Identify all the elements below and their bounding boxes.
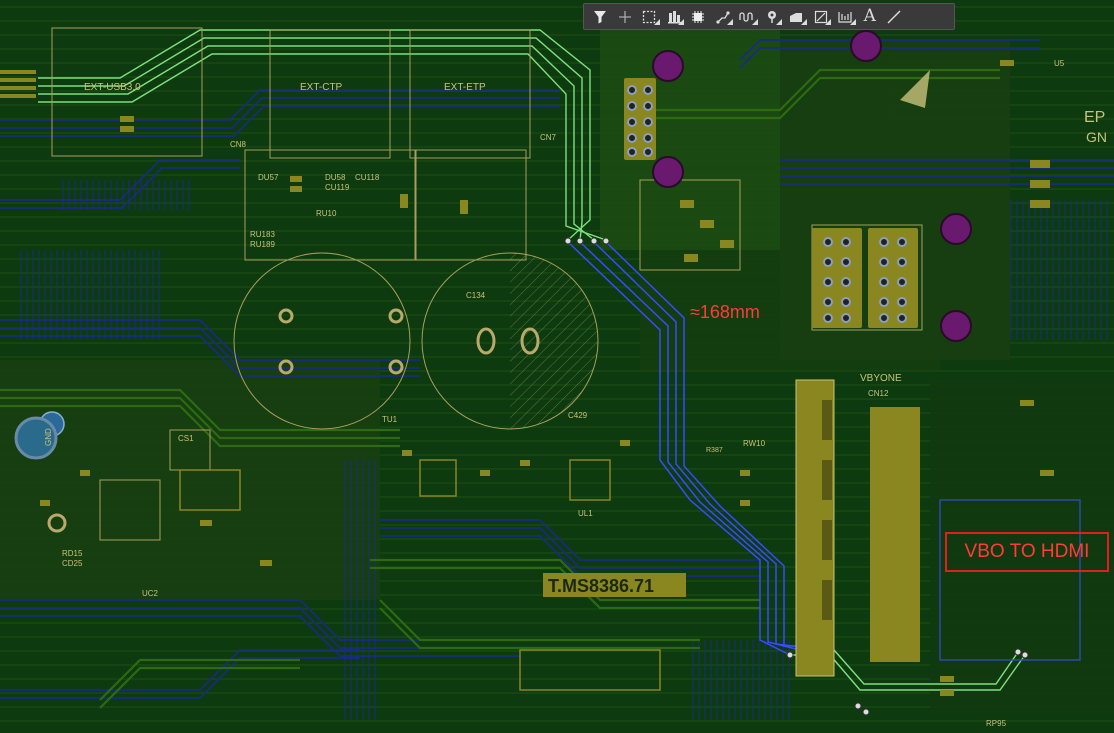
label-rp95: RP95 <box>986 719 1007 728</box>
label-vbyone: VBYONE <box>860 373 902 384</box>
label-cu119: CU119 <box>325 183 350 192</box>
pin-header-left <box>624 78 656 160</box>
line-button[interactable] <box>882 5 907 28</box>
label-du58: DU58 <box>325 173 346 182</box>
label-ext-ctp: EXT-CTP <box>300 82 343 93</box>
label-cn8: CN8 <box>230 140 247 149</box>
label-ru189: RU189 <box>250 240 275 249</box>
via-icon <box>767 10 776 23</box>
polygon-button[interactable] <box>784 5 809 28</box>
label-c134: C134 <box>466 291 486 300</box>
label-cd25: CD25 <box>62 559 83 568</box>
keepout-button[interactable] <box>833 5 858 28</box>
route-button[interactable] <box>711 5 736 28</box>
label-uc2: UC2 <box>142 589 159 598</box>
label-cn12: CN12 <box>868 389 889 398</box>
dimension-button[interactable] <box>809 5 834 28</box>
component-icon <box>692 10 705 23</box>
bus-texture <box>1010 200 1110 340</box>
keepout-icon <box>838 11 852 23</box>
bus-texture <box>340 460 380 720</box>
place-button[interactable] <box>613 5 638 28</box>
label-ext-usb: EXT-USB3.0 <box>84 82 141 93</box>
length-tuning-button[interactable] <box>735 5 760 28</box>
label-gn: GN <box>1086 129 1107 145</box>
label-ul1: UL1 <box>578 509 593 518</box>
dimension-icon <box>814 10 827 23</box>
diff-pair-length-icon <box>739 11 753 22</box>
text-icon: A <box>863 6 876 26</box>
filter-icon <box>594 10 607 23</box>
label-r387: R387 <box>706 447 723 454</box>
label-cs1: CS1 <box>178 434 194 443</box>
pcb-toolbar: A <box>583 3 955 30</box>
align-button[interactable] <box>662 5 687 28</box>
component-button[interactable] <box>686 5 711 28</box>
label-cn7: CN7 <box>540 133 557 142</box>
label-du57: DU57 <box>258 173 279 182</box>
label-ru183: RU183 <box>250 230 275 239</box>
select-rectangle-icon <box>643 10 656 23</box>
bus-texture <box>60 180 190 210</box>
select-button[interactable] <box>637 5 662 28</box>
text-button[interactable]: A <box>858 5 883 28</box>
label-ext-etp: EXT-ETP <box>444 82 486 93</box>
filter-button[interactable] <box>588 5 613 28</box>
pcb-canvas[interactable]: EXT-USB3.0 EXT-CTP EXT-ETP VBYONE CN12 C… <box>0 0 1114 733</box>
label-ru10: RU10 <box>316 209 337 218</box>
align-icon <box>667 10 681 23</box>
polygon-pour-icon <box>790 12 803 22</box>
bus-texture <box>20 250 160 340</box>
trace-length-annotation: ≈168mm <box>690 302 760 322</box>
line-icon <box>887 9 901 24</box>
label-u5: U5 <box>1054 59 1065 68</box>
label-tu1: TU1 <box>382 415 398 424</box>
vbo-to-hdmi-annotation: VBO TO HDMI <box>945 532 1109 572</box>
part-number-plate: T.MS8386.71 <box>543 573 686 597</box>
label-gnd: GND <box>44 428 53 446</box>
label-rd15: RD15 <box>62 549 83 558</box>
bus-texture <box>690 640 790 720</box>
via-button[interactable] <box>760 5 785 28</box>
label-part-number: T.MS8386.71 <box>548 576 654 596</box>
crosshair-icon <box>618 10 631 23</box>
label-ep: EP <box>1084 109 1105 126</box>
label-rw10: RW10 <box>743 439 766 448</box>
label-cu118: CU118 <box>355 173 380 182</box>
label-c429: C429 <box>568 411 588 420</box>
route-track-icon <box>716 10 730 24</box>
vbo-to-hdmi-label: VBO TO HDMI <box>964 541 1090 562</box>
